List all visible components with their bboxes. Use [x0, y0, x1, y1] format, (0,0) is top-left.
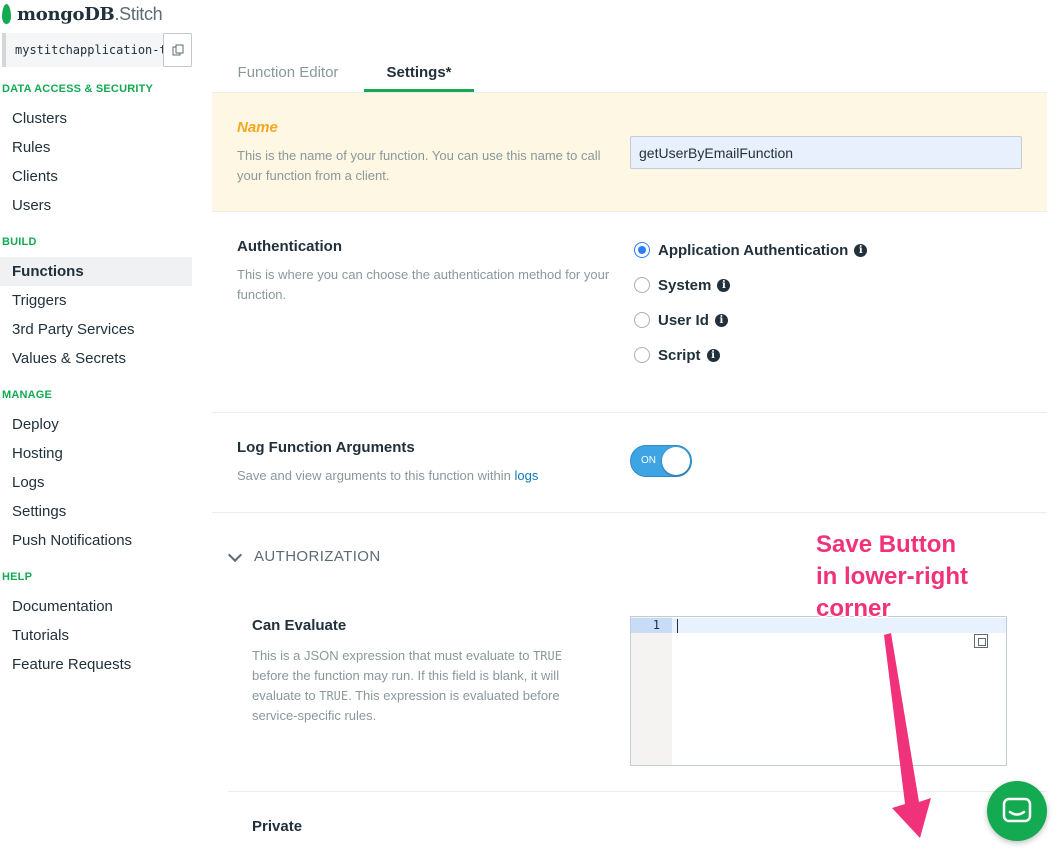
name-label: Name — [237, 119, 278, 136]
mongodb-stitch-logo[interactable]: mongoDB.Stitch — [2, 3, 163, 25]
annotation-text: Save Button in lower-right corner — [816, 531, 968, 622]
authorization-title: AUTHORIZATION — [254, 548, 381, 565]
can-evaluate-editor[interactable]: 1 — [630, 616, 1007, 766]
auth-option-label: User Id — [658, 311, 709, 329]
app-id-box: mystitchapplication-t — [2, 33, 192, 67]
sidebar-item-push-notifications[interactable]: Push Notifications — [0, 526, 192, 555]
info-icon[interactable]: i — [854, 243, 868, 257]
log-arguments-toggle[interactable]: ON — [630, 445, 692, 477]
sidebar-item-clusters[interactable]: Clusters — [0, 104, 192, 133]
sidebar-item-triggers[interactable]: Triggers — [0, 286, 192, 315]
toggle-knob — [662, 447, 690, 475]
sidebar-item-users[interactable]: Users — [0, 191, 192, 220]
nav-section-build: BUILD — [2, 236, 37, 248]
name-section: Name This is the name of your function. … — [212, 92, 1047, 212]
radio-icon[interactable] — [634, 347, 650, 363]
info-icon[interactable]: i — [714, 313, 728, 327]
nav-section-help: HELP — [2, 571, 33, 583]
sidebar-item-values-secrets[interactable]: Values & Secrets — [0, 344, 192, 373]
radio-icon[interactable] — [634, 277, 650, 293]
logo-wordmark: mongoDB.Stitch — [17, 3, 163, 25]
info-icon[interactable]: i — [717, 278, 731, 292]
tab-settings[interactable]: Settings* — [364, 56, 474, 92]
auth-option-system[interactable]: System i — [634, 275, 731, 295]
expand-editor-icon[interactable] — [974, 634, 988, 648]
sidebar-item-rules[interactable]: Rules — [0, 133, 192, 162]
sidebar-item-documentation[interactable]: Documentation — [0, 592, 192, 621]
copy-app-id-button[interactable] — [163, 33, 192, 67]
authentication-label: Authentication — [237, 238, 342, 255]
tab-function-editor[interactable]: Function Editor — [222, 56, 354, 92]
auth-option-script[interactable]: Script i — [634, 345, 720, 365]
auth-option-application[interactable]: Application Authentication i — [634, 240, 868, 260]
authentication-description: This is where you can choose the authent… — [237, 267, 610, 302]
editor-cursor — [677, 619, 678, 633]
sidebar-item-tutorials[interactable]: Tutorials — [0, 621, 192, 650]
authorization-header[interactable]: AUTHORIZATION — [227, 547, 381, 565]
auth-option-label: Application Authentication — [658, 241, 849, 259]
auth-option-label: System — [658, 276, 712, 294]
radio-icon[interactable] — [634, 312, 650, 328]
authentication-section: Authentication This is where you can cho… — [212, 212, 1047, 413]
leaf-icon — [2, 4, 11, 24]
can-evaluate-description: This is a JSON expression that must eval… — [252, 648, 562, 723]
sidebar-item-feature-requests[interactable]: Feature Requests — [0, 650, 192, 679]
log-arguments-section: Log Function Arguments Save and view arg… — [212, 413, 1047, 513]
info-icon[interactable]: i — [706, 348, 720, 362]
sidebar-item-hosting[interactable]: Hosting — [0, 439, 192, 468]
log-arguments-description: Save and view arguments to this function… — [237, 468, 539, 483]
copy-icon — [172, 44, 183, 56]
sidebar-item-deploy[interactable]: Deploy — [0, 410, 192, 439]
chevron-down-icon — [227, 547, 243, 562]
log-arguments-label: Log Function Arguments — [237, 439, 415, 456]
editor-line-number: 1 — [631, 618, 672, 633]
annotation-arrow-icon — [884, 633, 931, 838]
nav-section-manage: MANAGE — [2, 389, 53, 401]
chat-support-button[interactable] — [987, 781, 1047, 841]
chat-icon — [1002, 797, 1032, 823]
sidebar-item-settings[interactable]: Settings — [0, 497, 192, 526]
can-evaluate-label: Can Evaluate — [252, 617, 347, 634]
sidebar: mongoDB.Stitch mystitchapplication-t DAT… — [0, 0, 200, 853]
name-description: This is the name of your function. You c… — [237, 148, 601, 183]
auth-option-label: Script — [658, 346, 701, 364]
auth-option-user-id[interactable]: User Id i — [634, 310, 728, 330]
page: mongoDB.Stitch mystitchapplication-t DAT… — [0, 0, 1057, 853]
private-label: Private — [252, 818, 303, 835]
sidebar-item-functions[interactable]: Functions — [0, 257, 192, 286]
function-name-input[interactable]: getUserByEmailFunction — [630, 136, 1022, 169]
editor-gutter — [631, 617, 672, 765]
toggle-on-label: ON — [641, 455, 656, 466]
sidebar-item-clients[interactable]: Clients — [0, 162, 192, 191]
function-tabs: Function Editor Settings* — [212, 56, 1047, 92]
app-id-text: mystitchapplication-t — [15, 43, 163, 57]
nav-section-data-access: DATA ACCESS & SECURITY — [2, 83, 154, 95]
sidebar-item-logs[interactable]: Logs — [0, 468, 192, 497]
radio-selected-icon[interactable] — [634, 242, 650, 258]
logs-link[interactable]: logs — [514, 468, 538, 483]
sidebar-item-3rd-party-services[interactable]: 3rd Party Services — [0, 315, 192, 344]
